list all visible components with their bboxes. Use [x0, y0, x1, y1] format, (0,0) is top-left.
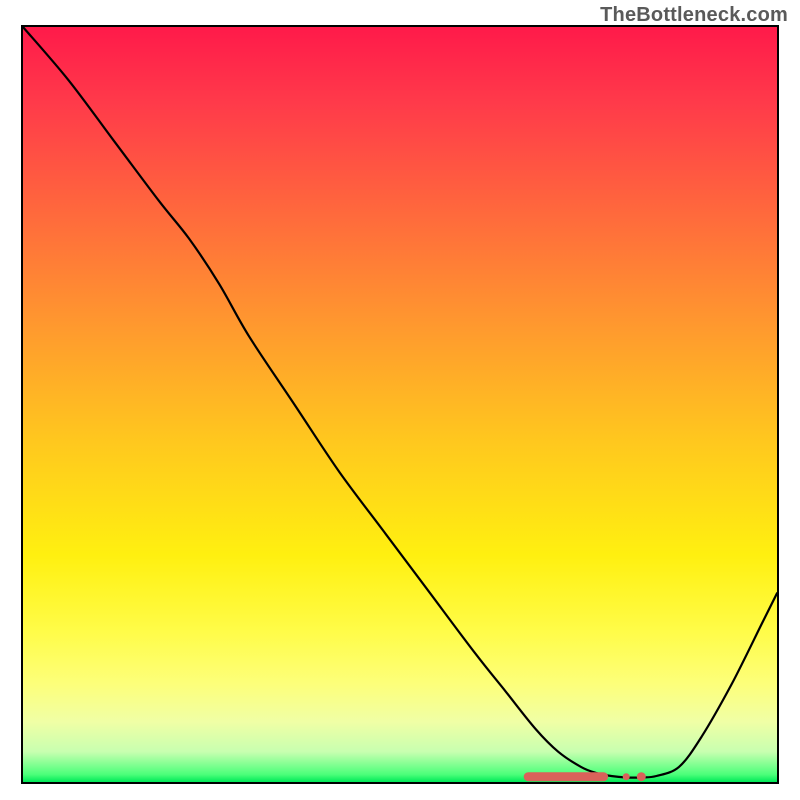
marker-dot [637, 772, 646, 781]
plot-area [23, 27, 777, 782]
watermark-text: TheBottleneck.com [600, 4, 788, 27]
curve-svg [23, 27, 777, 782]
bottleneck-curve-line [23, 27, 777, 778]
bottom-range-markers [528, 772, 646, 781]
marker-dot [623, 773, 630, 780]
